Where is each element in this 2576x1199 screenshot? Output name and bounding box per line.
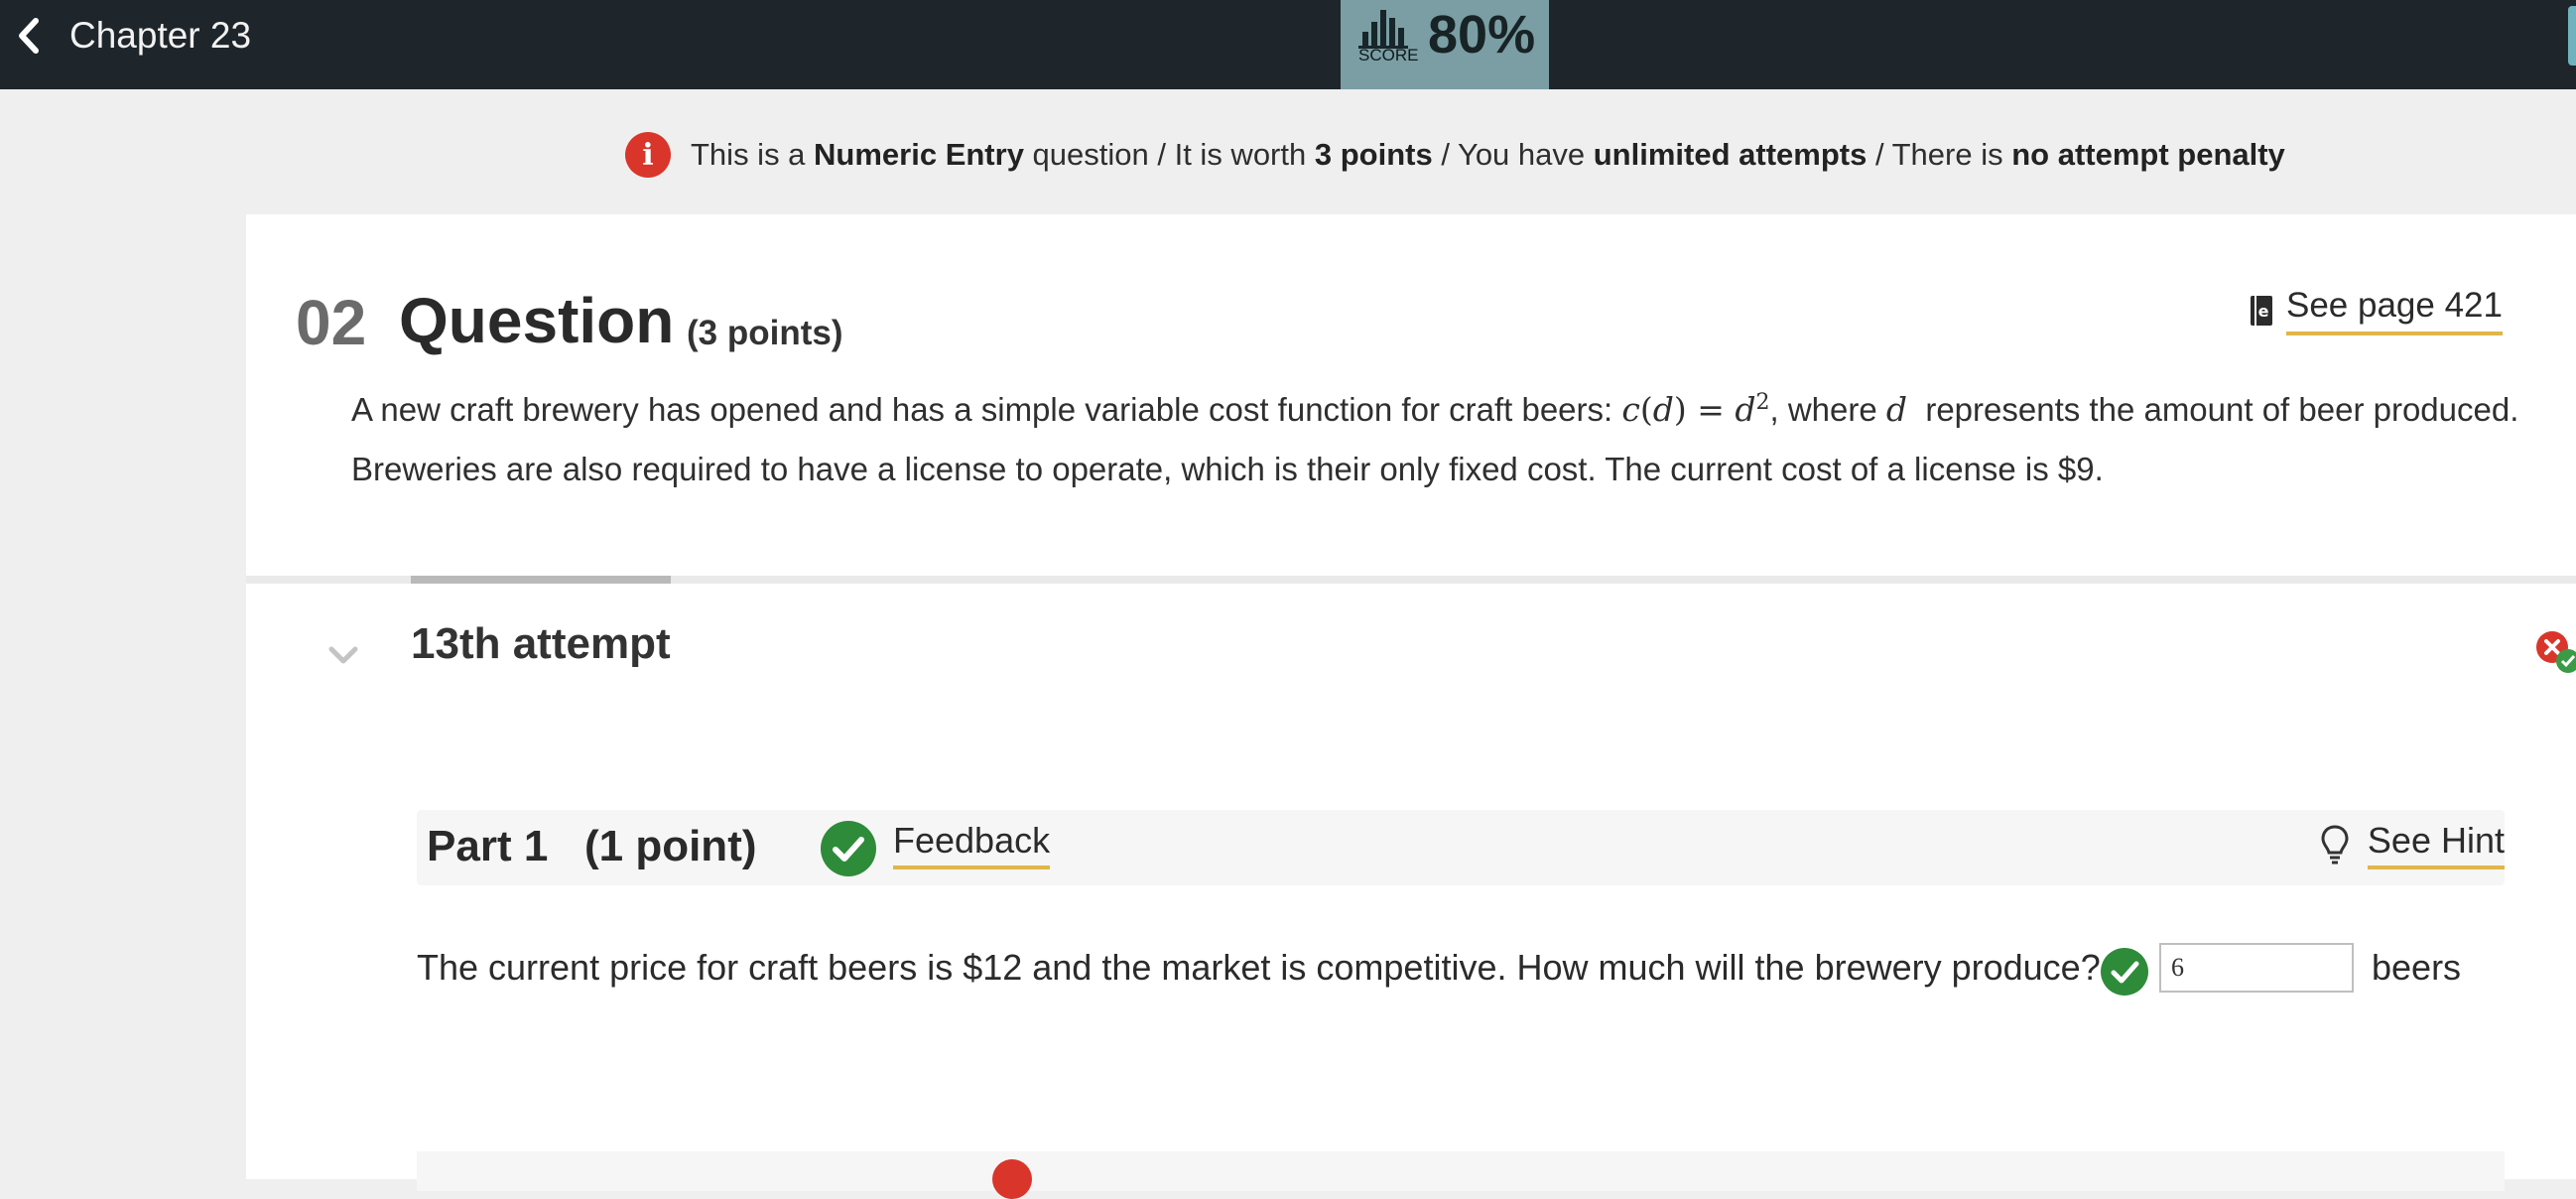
- see-hint-link[interactable]: See Hint: [2320, 820, 2505, 869]
- part-2-status-icon: [992, 1159, 1032, 1199]
- check-circle-icon: [821, 821, 876, 876]
- info-penalty: no attempt penalty: [2011, 137, 2285, 172]
- panel-toggle-tab[interactable]: [2568, 6, 2576, 66]
- attempt-title: 13th attempt: [411, 619, 671, 668]
- answer-correct-icon: [2101, 948, 2148, 996]
- answer-unit: beers: [2372, 947, 2462, 988]
- question-card: 02 Question (3 points) e See page 421 A …: [246, 214, 2576, 576]
- math-d: d: [1652, 390, 1674, 429]
- part-title: Part 1 (1 point): [427, 822, 757, 871]
- info-icon: i: [625, 132, 671, 178]
- math-paren-open: (: [1639, 390, 1653, 429]
- math-c: c: [1621, 390, 1640, 429]
- info-text-2: question / It is worth: [1023, 137, 1315, 172]
- status-icon: [2536, 631, 2576, 673]
- attempt-progress-bar: [411, 576, 671, 584]
- info-text-1: This is a: [691, 137, 815, 172]
- book-icon: e: [2251, 296, 2272, 326]
- part-1-header: Part 1 (1 point) Feedback See Hint: [417, 810, 2505, 885]
- question-number: 02: [296, 287, 367, 358]
- score-box[interactable]: SCORE 80%: [1341, 0, 1549, 89]
- score-caption: SCORE: [1358, 46, 1419, 65]
- math-exponent: 2: [1755, 390, 1770, 415]
- part-2-header: [417, 1151, 2505, 1199]
- answer-input[interactable]: [2159, 943, 2354, 993]
- question-info-banner: i This is a Numeric Entry question / It …: [625, 129, 2285, 181]
- question-points: (3 points): [687, 314, 843, 352]
- feedback-link[interactable]: Feedback: [893, 820, 1051, 869]
- info-question-type: Numeric Entry: [814, 137, 1024, 172]
- math-d-squared: d: [1735, 390, 1756, 429]
- see-hint-label: See Hint: [2367, 820, 2505, 869]
- chevron-down-icon[interactable]: [327, 643, 359, 667]
- info-text-3: / You have: [1432, 137, 1594, 172]
- question-text-a: A new craft brewery has opened and has a…: [351, 391, 1622, 428]
- attempt-section: 13th attempt Part 1 (1 point) Feedback S…: [246, 576, 2576, 1199]
- info-text-4: / There is: [1867, 137, 2012, 172]
- math-equals: =: [1686, 390, 1736, 429]
- info-attempts: unlimited attempts: [1593, 137, 1868, 172]
- svg-text:e: e: [2258, 302, 2269, 321]
- math-paren-close: ): [1673, 390, 1687, 429]
- part-points: (1 point): [583, 822, 757, 870]
- part-1-prompt: The current price for craft beers is $12…: [417, 947, 2101, 988]
- part-label: Part 1: [427, 822, 549, 870]
- cost-function-math: c(d) = d2: [1621, 390, 1769, 429]
- see-page-label: See page 421: [2286, 286, 2503, 335]
- back-to-chapter-link[interactable]: Chapter 23: [14, 8, 251, 64]
- chevron-left-icon: [19, 18, 39, 54]
- top-bar: Chapter 23 SCORE 80%: [0, 0, 2576, 89]
- lightbulb-icon: [2321, 825, 2349, 865]
- question-text: A new craft brewery has opened and has a…: [351, 373, 2574, 499]
- question-text-b: , where: [1769, 391, 1886, 428]
- question-title: Question: [399, 285, 675, 356]
- chapter-label: Chapter 23: [69, 15, 252, 56]
- see-page-link[interactable]: e See page 421: [2249, 286, 2503, 335]
- score-value: 80%: [1428, 5, 1536, 65]
- bar-chart-icon: [1358, 10, 1408, 49]
- info-points: 3 points: [1314, 137, 1433, 172]
- math-variable-d: d: [1885, 390, 1907, 429]
